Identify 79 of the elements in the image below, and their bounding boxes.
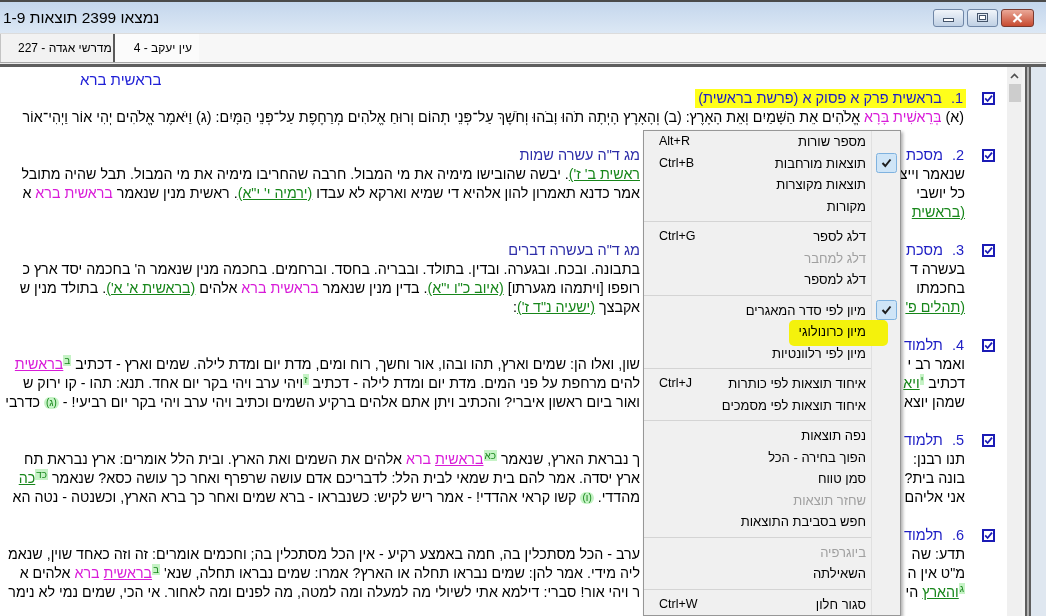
footnote-marker[interactable]: ז — [303, 374, 309, 385]
passage-line: שמהן יוצא — [904, 393, 965, 412]
tab[interactable]: מדרשי אגדה - 227 — [0, 34, 113, 62]
passage-line: ערב - הכל מסתכלין בה, חמה באמצע רקיע - אין הכל מסתכלין בה; וחכמים אומרים: זה וזה כאחד שוין, שנאמ — [8, 545, 640, 564]
scrollbar-thumb[interactable] — [1008, 84, 1021, 102]
chevron-up-icon — [1010, 72, 1019, 79]
source-link[interactable]: כה — [18, 470, 36, 486]
shortcut-text: Ctrl+B — [659, 154, 695, 172]
search-query-heading: בראשית ברא — [80, 70, 162, 89]
passage-line: אני אליהם — [904, 488, 965, 507]
close-button[interactable] — [1001, 8, 1034, 27]
result-checkbox[interactable] — [982, 339, 995, 352]
passage-line: מהדדי. (ו) קשו קראי אהדדי! - אמר ריש לקיש: כשנבראו - ברא שמים ואחר כך ברא הארץ, וכשנטה - נטה הא — [12, 488, 640, 507]
scrollbar[interactable] — [1007, 67, 1022, 616]
passage-line: תנו רבנן: — [913, 450, 965, 469]
footnote-marker[interactable]: (ג) — [43, 397, 59, 410]
source-link[interactable]: (איוב כ"ו י"א) — [427, 280, 504, 296]
result-checkbox[interactable] — [982, 244, 995, 257]
passage-line: אקבצך (ישעיה נ"ד ז'): — [513, 298, 640, 317]
menu-item[interactable]: סמן טווח — [644, 468, 900, 490]
passage-line: אמר כדנא תאמרון להון אלהיא די שמיא וארקא לא עבדו (ירמיה י' י"א). ראשית מנין שנאמר בראשית ברא א — [22, 184, 640, 203]
passage-line: ר ויהי אור! סברי: דילמא אתי לשיולי מה למעלה ומה למטה, מה לפנים ומה לאחור. אי הכי, שמים נמי לא נימר — [8, 583, 640, 602]
passage-line: רופפו [ויתמהו מגערתו] (איוב כ"ו י"א). בדין מנין שנאמר בראשית ברא אלהים (בראשית א' א'). בתולד מנין ש — [19, 279, 640, 298]
result-checkbox[interactable] — [982, 149, 995, 162]
shortcut-text: Ctrl+J — [659, 375, 692, 393]
menu-item[interactable]: איחוד תוצאות לפי מסמכים — [644, 394, 900, 416]
result-checkbox[interactable] — [982, 529, 995, 542]
footnote-marker[interactable]: כא — [483, 450, 498, 461]
footnote-marker[interactable]: י — [919, 374, 925, 385]
passage-line: בעשרה ד — [910, 260, 965, 279]
passage-line: מ"ט אין ה — [907, 564, 965, 583]
menu-item[interactable]: מיון לפי רלוונטיות — [644, 342, 900, 364]
passage-line: תדע: שה — [911, 545, 965, 564]
footnote-marker[interactable]: ב — [63, 355, 72, 366]
result-title-text: מג ד"ה בעשרה דברים — [508, 241, 640, 260]
footnote-marker[interactable]: ב — [152, 564, 161, 575]
maximize-icon — [977, 13, 988, 22]
menu-item[interactable]: השאילתה — [644, 563, 900, 585]
source-link[interactable]: ויא — [903, 375, 920, 391]
menu-item[interactable]: דלג למספר — [644, 269, 900, 291]
verse-link[interactable]: בראשית — [14, 356, 64, 372]
passage-line: בתבונה. ובכח. ובגערה. ובדין. בתולד. ובבריה. בחסד. וברחמים. בחכמה מנין שנאמר ה' בחכמה יסד ארץ כ — [22, 260, 640, 279]
result-title-text: מג ד"ה עשרה שמות — [519, 146, 640, 165]
footnote-marker[interactable]: (ו) — [580, 492, 594, 505]
passage-line: ראשית ב' ז'). יבשה שהובישו מימיה את מי המבול. חרבה שהחריבו מימיה את מי המבול. תבל שהיה מתובל — [21, 165, 640, 184]
menu-item[interactable]: מיון לפי סדר המאגרים — [644, 299, 900, 321]
source-link[interactable]: (בראשית — [911, 204, 965, 220]
menu-item[interactable]: חפש בסביבת התוצאות — [644, 511, 900, 533]
shortcut-text: Ctrl+G — [659, 228, 696, 246]
minimize-button[interactable] — [933, 8, 964, 27]
passage-line: ואמר רב י — [907, 355, 965, 374]
passage-line: בחכמתו — [916, 279, 965, 298]
window-title: נמצאו 2399 תוצאות 1-9 — [3, 7, 160, 28]
source-link[interactable]: והארץ — [922, 584, 959, 600]
menu-item[interactable]: נפה תוצאות — [644, 425, 900, 447]
verse-link[interactable]: בראשית — [435, 451, 484, 467]
close-icon — [1012, 12, 1023, 23]
passage-line: שנאמר וייצ — [899, 165, 965, 184]
shortcut-text: Alt+R — [659, 133, 690, 151]
verse-link[interactable]: בראשית — [103, 565, 153, 581]
passage-line: בונה בית? — [904, 469, 965, 488]
source-link[interactable]: (בראשית א' א') — [106, 280, 196, 296]
result-checkbox[interactable] — [982, 434, 995, 447]
source-link[interactable]: (תהלים פ' — [905, 299, 965, 315]
passage-line: ואור ביום ראשון איברי? והכתיב ויתן אתם אלהים ברקיע השמים וכתיב ויהי ערב ויהי בקר יום רביעי! - (ג) כדרבי — [5, 393, 640, 412]
passage-line: (א) בְּרֵאשִׁית בָּרָא אֱלֹהִים אֵת הַשָּׁמַיִם וְאֵת הָאָרֶץ: (ב) וְהָאָרֶץ הָיְתָה תֹהוּ וָבֹהוּ וְחֹשֶׁךְ עַל־פְּנֵי תְהוֹם וְרוּחַ אֱלֹהִים מְרַחֶפֶת עַל־פְּנֵי הַמָּיִם: (ג) וַיֹּאמֶר אֱלֹהִים יְהִי אוֹר וַיְהִי־אוֹר — [22, 108, 964, 127]
shortcut-text: Ctrl+W — [659, 595, 698, 613]
result-checkbox[interactable] — [982, 92, 995, 105]
maximize-button[interactable] — [967, 8, 998, 27]
menu-item[interactable]: מיון כרונולוגי — [644, 321, 900, 343]
menu-item[interactable]: מקורות — [644, 195, 900, 217]
minimize-icon — [943, 18, 954, 22]
menu-item[interactable]: הפוך בחירה - הכל — [644, 446, 900, 468]
source-link[interactable]: (ישעיה נ"ד ז') — [516, 299, 596, 315]
footnote-marker[interactable]: ג — [958, 583, 965, 594]
footnote-marker[interactable]: כד — [35, 469, 49, 480]
passage-line: כל יושבי — [916, 184, 965, 203]
menu-item[interactable]: תוצאות מקוצרות — [644, 174, 900, 196]
tab[interactable]: עין יעקב - 4 — [112, 34, 199, 62]
